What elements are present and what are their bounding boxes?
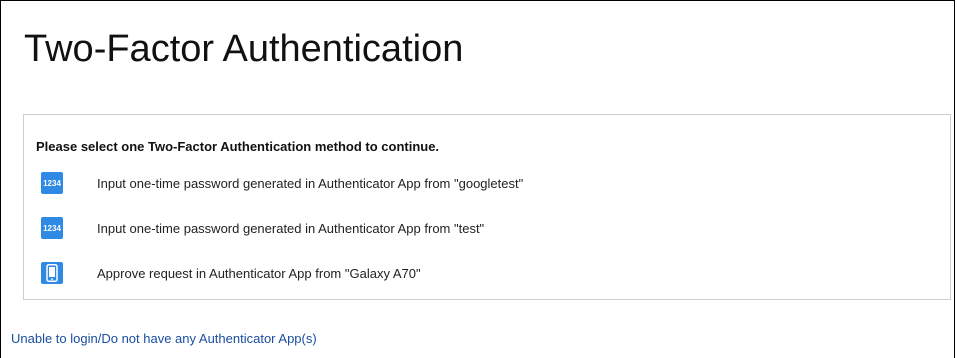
methods-panel: Please select one Two-Factor Authenticat…	[23, 114, 951, 300]
method-option-otp-googletest[interactable]: 1234 Input one-time password generated i…	[41, 170, 523, 196]
panel-heading: Please select one Two-Factor Authenticat…	[36, 139, 440, 154]
otp-code-icon: 1234	[41, 172, 63, 194]
mobile-phone-icon	[41, 262, 63, 284]
method-option-label: Input one-time password generated in Aut…	[97, 175, 524, 191]
page-title: Two-Factor Authentication	[24, 28, 464, 70]
page-frame: Two-Factor Authentication Please select …	[0, 0, 955, 358]
method-option-push-galaxy[interactable]: Approve request in Authenticator App fro…	[41, 260, 421, 286]
method-option-otp-test[interactable]: 1234 Input one-time password generated i…	[41, 215, 484, 241]
otp-code-icon: 1234	[41, 217, 63, 239]
unable-to-login-link[interactable]: Unable to login/Do not have any Authenti…	[11, 331, 317, 346]
method-option-label: Approve request in Authenticator App fro…	[97, 265, 421, 281]
method-option-label: Input one-time password generated in Aut…	[97, 220, 485, 236]
